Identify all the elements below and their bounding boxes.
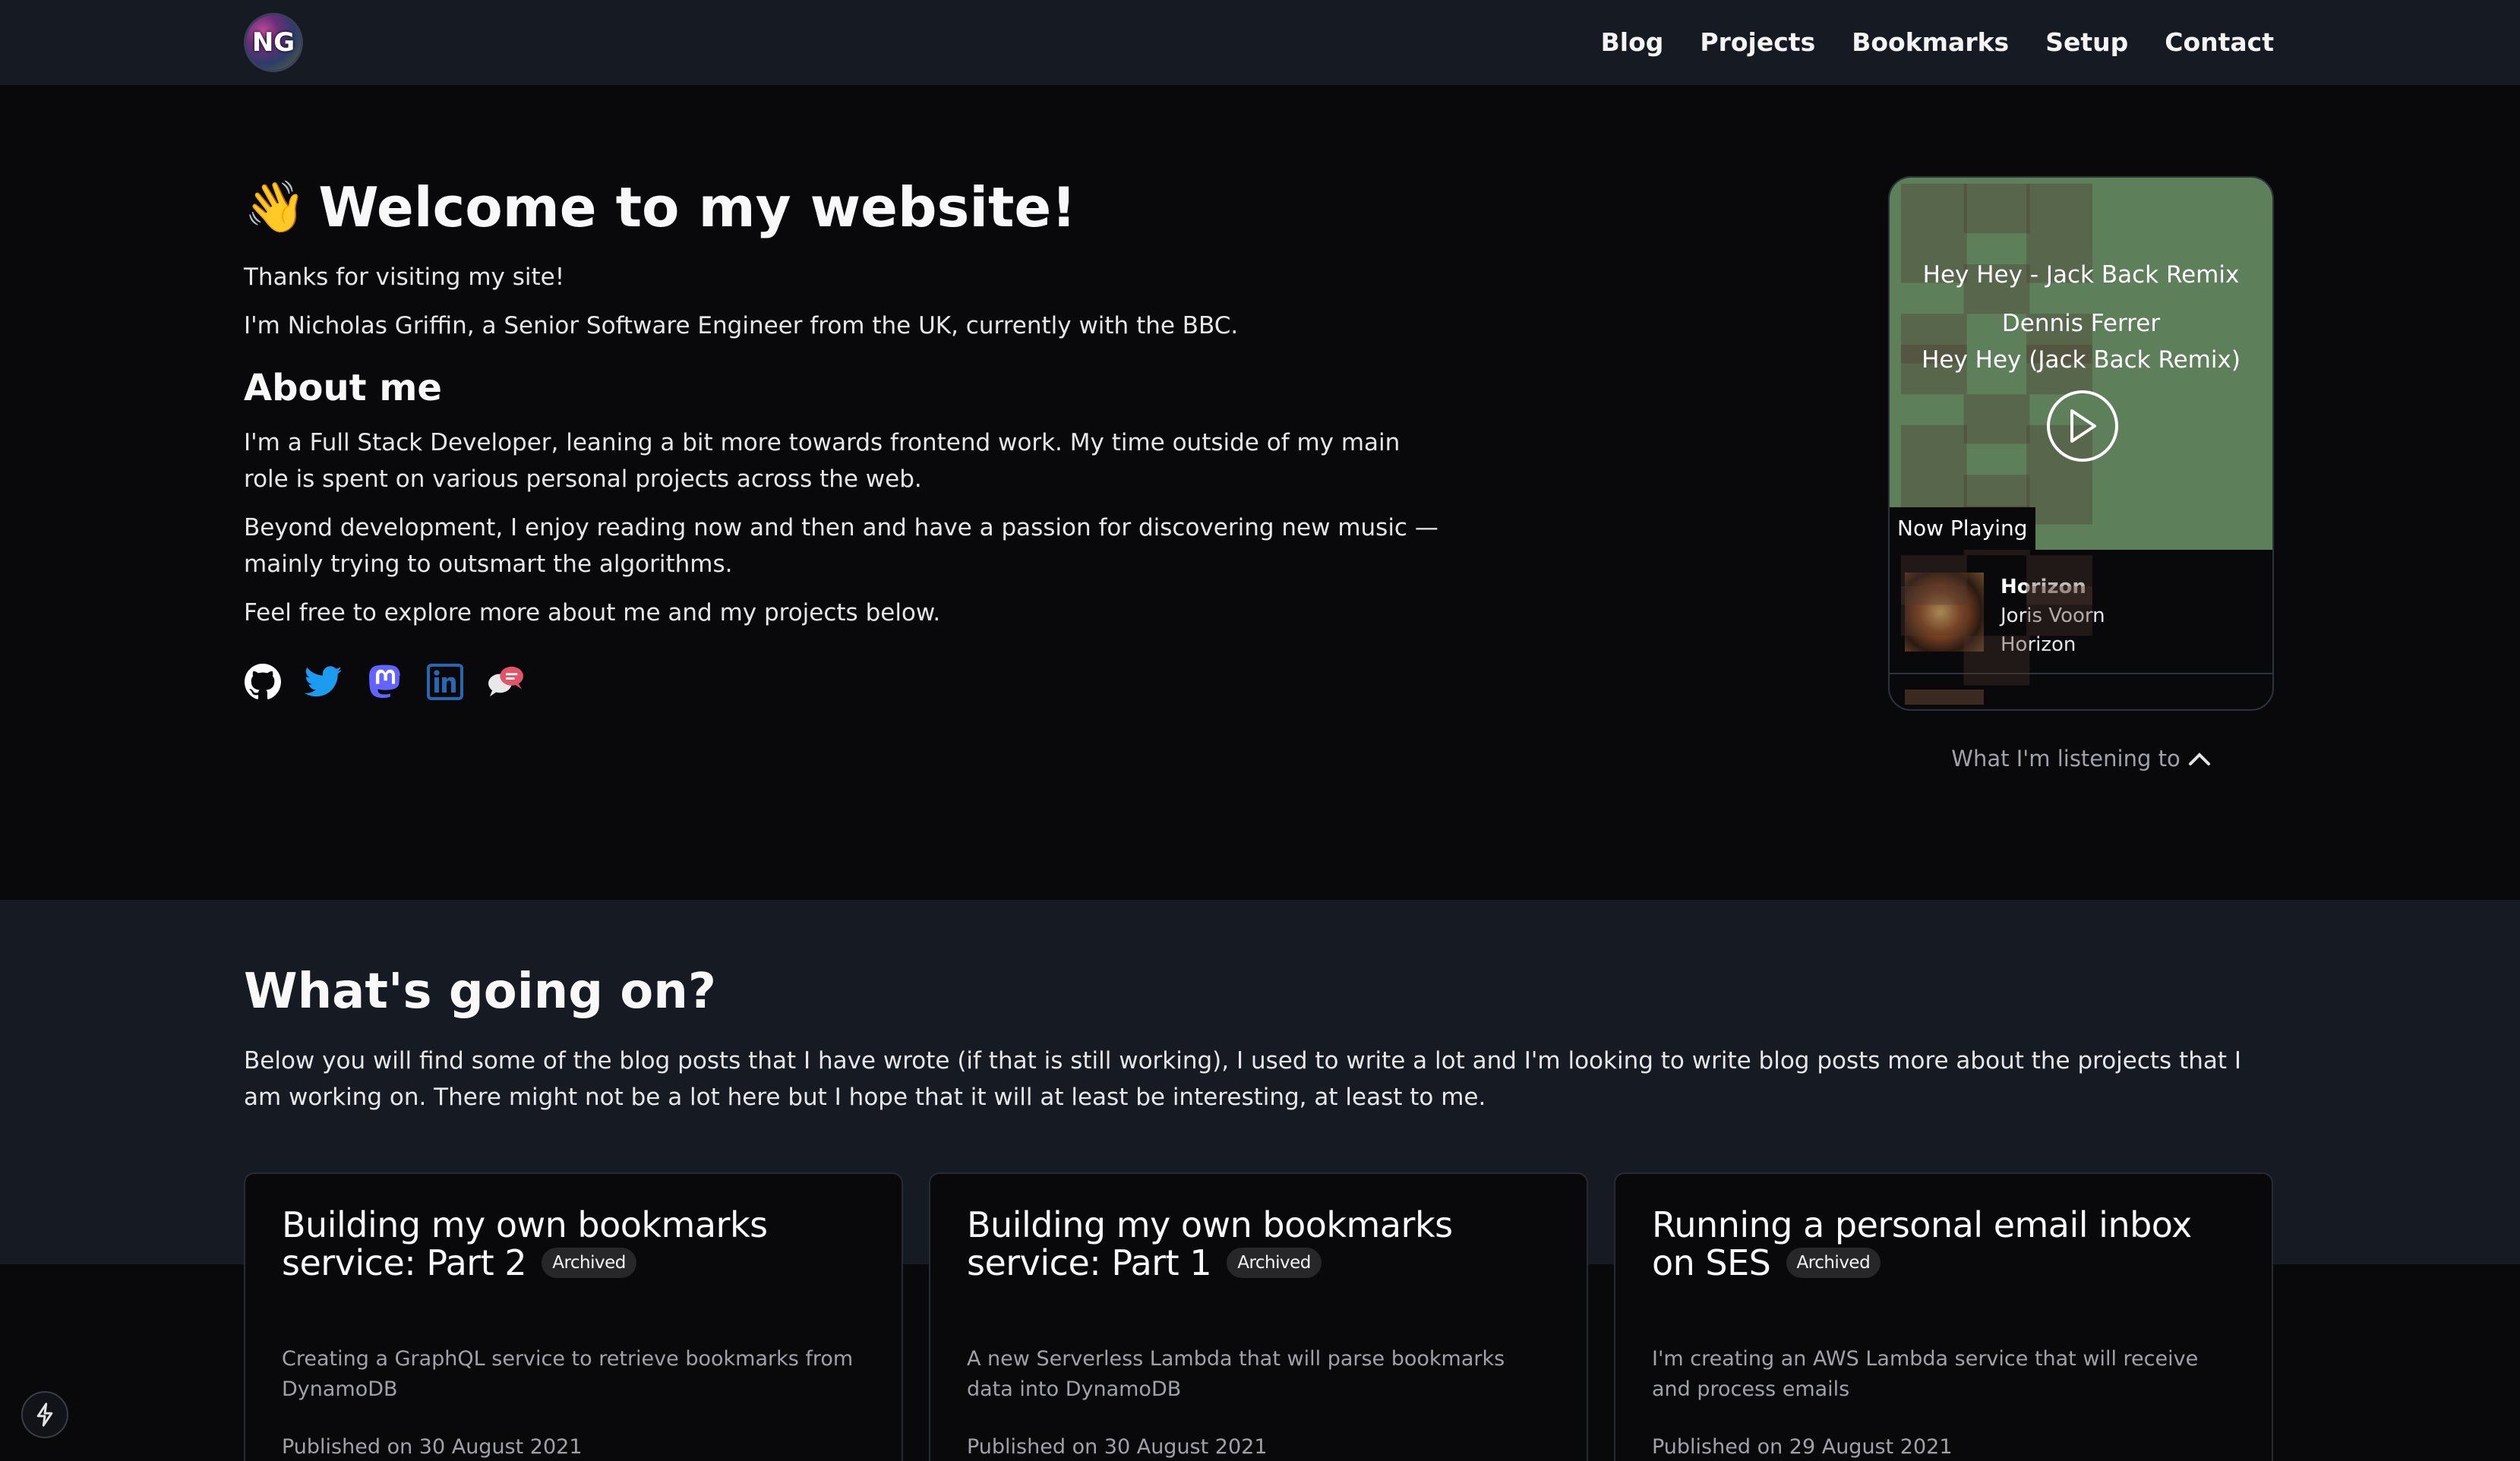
twitter-icon[interactable] [305, 663, 343, 701]
github-icon[interactable] [244, 663, 282, 701]
lightning-bolt-icon [36, 1403, 53, 1427]
post-card[interactable]: Building my own bookmarks service: Part … [244, 1172, 903, 1461]
post-title-text: Building my own bookmarks service: Part … [967, 1204, 1453, 1283]
track-peek-art [1905, 689, 1984, 705]
archived-badge: Archived [1786, 1247, 1881, 1278]
listening-toggle[interactable]: What I'm listening to [1888, 740, 2274, 778]
post-description: I'm creating an AWS Lambda service that … [1652, 1347, 2199, 1401]
site-logo-avatar[interactable]: NG [244, 13, 303, 72]
about-heading: About me [244, 367, 442, 409]
play-button[interactable] [2047, 390, 2118, 462]
chat-icon[interactable] [487, 663, 525, 701]
nav-link-contact[interactable]: Contact [2165, 23, 2274, 62]
post-title[interactable]: Building my own bookmarks service: Part … [967, 1206, 1550, 1282]
now-playing-artist: Dennis Ferrer [2001, 310, 2161, 337]
music-widget: █▀█ ▄▀▄ ▀▄▀ █▄█ ▄▀▄ ▀▄▀ Hey Hey - Jack Bac… [1888, 176, 2274, 711]
linkedin-icon[interactable] [426, 663, 464, 701]
track-list-peek [1890, 674, 2272, 705]
page-title-text: Welcome to my website! [318, 175, 1077, 239]
now-playing-label: Now Playing [1890, 507, 2035, 550]
mastodon-icon[interactable] [365, 663, 403, 701]
now-playing-title: Hey Hey - Jack Back Remix [1922, 261, 2240, 289]
posts-heading: What's going on? [244, 964, 716, 1020]
main-nav: Blog Projects Bookmarks Setup Contact [1601, 23, 2274, 62]
listening-toggle-label: What I'm listening to [1951, 746, 2181, 772]
intro-text: Thanks for visiting my site! [244, 263, 565, 291]
chevron-up-icon [2188, 753, 2210, 765]
post-date: Published on 30 August 2021 [967, 1435, 1268, 1459]
now-playing-album: Hey Hey (Jack Back Remix) [1922, 346, 2241, 374]
hero-section: 👋 Welcome to my website! Thanks for visi… [244, 171, 1459, 701]
archived-badge: Archived [542, 1247, 636, 1278]
nav-link-bookmarks[interactable]: Bookmarks [1852, 23, 2009, 62]
post-title-text: Running a personal email inbox on SES [1652, 1204, 2192, 1283]
post-title[interactable]: Building my own bookmarks service: Part … [282, 1206, 865, 1282]
post-title-text: Building my own bookmarks service: Part … [282, 1204, 768, 1283]
post-description: A new Serverless Lambda that will parse … [967, 1347, 1505, 1401]
posts-intro: What's going on? Below you will find som… [244, 961, 2279, 1115]
posts-description: Below you will find some of the blog pos… [244, 1047, 2242, 1111]
now-playing-card[interactable]: █▀█ ▄▀▄ ▀▄▀ █▄█ ▄▀▄ ▀▄▀ Hey Hey - Jack Bac… [1890, 178, 2272, 677]
post-date: Published on 29 August 2021 [1652, 1435, 1953, 1459]
nav-link-setup[interactable]: Setup [2045, 23, 2128, 62]
about-paragraph-3: Feel free to explore more about me and m… [244, 599, 941, 626]
social-links [244, 663, 1459, 701]
post-date: Published on 30 August 2021 [282, 1435, 583, 1459]
about-paragraph-2: Beyond development, I enjoy reading now … [244, 514, 1438, 578]
post-card[interactable]: Building my own bookmarks service: Part … [929, 1172, 1588, 1461]
site-header: NG Blog Projects Bookmarks Setup Contact [0, 0, 2520, 85]
dev-tools-button[interactable] [21, 1391, 68, 1438]
intro-bio: I'm Nicholas Griffin, a Senior Software … [244, 312, 1239, 339]
post-cards: Building my own bookmarks service: Part … [244, 1172, 2273, 1461]
archived-badge: Archived [1227, 1247, 1322, 1278]
play-icon [2070, 409, 2096, 443]
page-title: 👋 Welcome to my website! [244, 171, 1459, 244]
post-title[interactable]: Running a personal email inbox on SES Ar… [1652, 1206, 2235, 1282]
post-description: Creating a GraphQL service to retrieve b… [282, 1347, 854, 1401]
nav-link-projects[interactable]: Projects [1700, 23, 1815, 62]
about-paragraph-1: I'm a Full Stack Developer, leaning a bi… [244, 429, 1401, 493]
waving-hand-icon: 👋 [244, 178, 307, 236]
nav-link-blog[interactable]: Blog [1601, 23, 1664, 62]
post-card[interactable]: Running a personal email inbox on SES Ar… [1614, 1172, 2273, 1461]
